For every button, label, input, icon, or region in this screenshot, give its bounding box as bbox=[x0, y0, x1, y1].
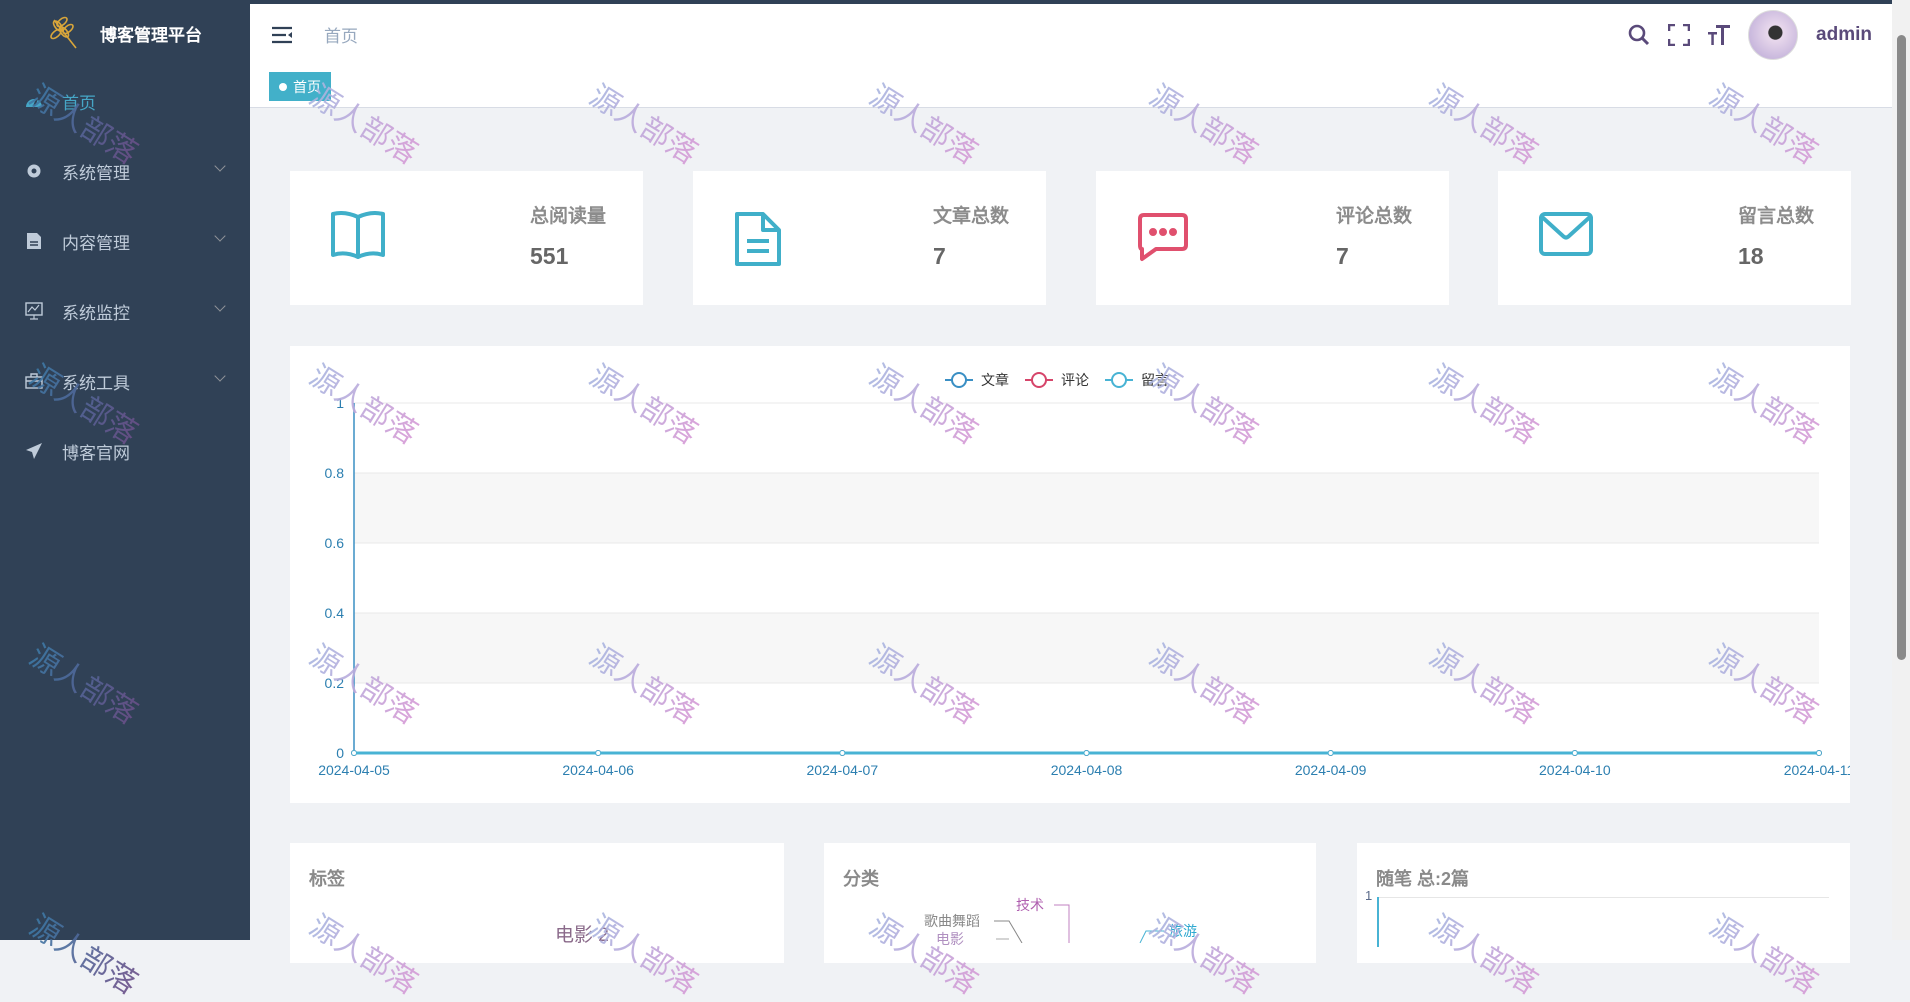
x-tick-label: 2024-04-08 bbox=[1051, 762, 1123, 778]
card-title: 随笔 总:2篇 bbox=[1376, 869, 1470, 889]
document-icon bbox=[24, 232, 44, 250]
stat-value: 18 bbox=[1738, 243, 1764, 269]
x-tick-label: 2024-04-06 bbox=[562, 762, 634, 778]
x-tick-label: 2024-04-11 bbox=[1784, 762, 1850, 778]
sidebar-item-system-monitor[interactable]: 系统监控 bbox=[0, 276, 250, 346]
chevron-down-icon bbox=[214, 230, 226, 242]
grid-band bbox=[354, 473, 1819, 543]
file-text-icon bbox=[735, 212, 781, 266]
category-label: 歌曲舞蹈 bbox=[924, 913, 980, 929]
y-tick-label: 0.4 bbox=[325, 605, 345, 621]
tag-label: 首页 bbox=[293, 78, 321, 95]
chevron-down-icon bbox=[214, 160, 226, 172]
chevron-down-icon bbox=[214, 300, 226, 312]
app-title: 博客管理平台 bbox=[100, 25, 202, 45]
sidebar: 博客管理平台 首页 系统管理 内容管理 系统监控 系统工具 博客官网 bbox=[0, 0, 250, 940]
category-card: 分类 技术 歌曲舞蹈 电影 旅游 bbox=[824, 843, 1316, 963]
y-tick-label: 1 bbox=[336, 395, 344, 411]
stat-value: 551 bbox=[530, 243, 569, 269]
x-tick-label: 2024-04-07 bbox=[807, 762, 879, 778]
chevron-down-icon bbox=[214, 370, 226, 382]
toolbox-icon bbox=[24, 373, 44, 389]
avatar[interactable] bbox=[1748, 10, 1799, 60]
gridline bbox=[1379, 897, 1829, 898]
search-icon[interactable] bbox=[1628, 24, 1650, 46]
gear-icon bbox=[24, 162, 44, 180]
tag-cloud-word[interactable]: 电影 2 bbox=[555, 920, 609, 947]
sidebar-item-blog-site[interactable]: 博客官网 bbox=[0, 416, 250, 486]
tag-home[interactable]: 首页 bbox=[269, 72, 331, 101]
grid-band bbox=[354, 613, 1819, 683]
legend-marker bbox=[1111, 372, 1127, 388]
stat-label: 评论总数 bbox=[1336, 206, 1413, 227]
stat-value: 7 bbox=[933, 243, 946, 269]
sidebar-item-label: 系统工具 bbox=[62, 373, 130, 393]
data-point bbox=[1083, 750, 1090, 756]
book-icon bbox=[331, 211, 385, 259]
username[interactable]: admin bbox=[1816, 24, 1872, 46]
tags-view: 首页 bbox=[250, 65, 1892, 108]
legend-marker bbox=[1031, 372, 1047, 388]
legend-marker bbox=[951, 372, 967, 388]
category-label: 技术 bbox=[1016, 897, 1044, 913]
page-scrollbar[interactable] bbox=[1892, 0, 1910, 940]
tags-card: 标签 电影 2 bbox=[290, 843, 784, 963]
y-tick-label: 0.8 bbox=[325, 465, 345, 481]
data-point bbox=[1327, 750, 1334, 756]
font-size-icon[interactable] bbox=[1708, 24, 1731, 46]
stat-card-messages: 留言总数 18 bbox=[1498, 171, 1851, 305]
stat-label: 文章总数 bbox=[933, 206, 1010, 227]
sidebar-item-system-management[interactable]: 系统管理 bbox=[0, 136, 250, 206]
data-point bbox=[351, 750, 357, 756]
active-dot-icon bbox=[279, 82, 287, 91]
y-tick-label: 0.6 bbox=[325, 535, 345, 551]
monitor-icon bbox=[24, 302, 44, 320]
stat-label: 总阅读量 bbox=[530, 206, 607, 227]
sidebar-item-label: 首页 bbox=[62, 93, 96, 113]
category-pie-leader-lines bbox=[994, 904, 1164, 943]
hamburger-toggle-icon[interactable] bbox=[270, 26, 294, 44]
logo[interactable]: 博客管理平台 bbox=[0, 0, 250, 66]
scrollbar-thumb[interactable] bbox=[1897, 35, 1906, 660]
line-chart: 0 0.2 0.4 0.6 0.8 1 2024-04-05 2024-04-06 2024-0… bbox=[318, 372, 1850, 778]
category-label: 电影 bbox=[936, 931, 964, 947]
data-point bbox=[1816, 750, 1822, 756]
x-tick-label: 2024-04-10 bbox=[1539, 762, 1611, 778]
y-tick-label: 0 bbox=[336, 745, 344, 761]
breadcrumb[interactable]: 首页 bbox=[324, 22, 358, 47]
sidebar-item-label: 博客官网 bbox=[62, 443, 130, 463]
wheat-logo-icon bbox=[50, 16, 77, 49]
legend-label: 评论 bbox=[1061, 372, 1089, 388]
stat-card-articles: 文章总数 7 bbox=[693, 171, 1046, 305]
sidebar-item-content-management[interactable]: 内容管理 bbox=[0, 206, 250, 276]
y-tick-label: 1 bbox=[1365, 888, 1373, 903]
sidebar-item-system-tools[interactable]: 系统工具 bbox=[0, 346, 250, 416]
stat-value: 7 bbox=[1336, 243, 1349, 269]
data-point bbox=[839, 750, 846, 756]
sidebar-item-label: 系统管理 bbox=[62, 163, 130, 183]
chat-bubble-icon bbox=[1138, 213, 1188, 261]
x-tick-label: 2024-04-09 bbox=[1295, 762, 1367, 778]
sidebar-item-home[interactable]: 首页 bbox=[0, 66, 250, 136]
line-chart-card: 0 0.2 0.4 0.6 0.8 1 2024-04-05 2024-04-06 2024-0… bbox=[290, 346, 1850, 803]
envelope-icon bbox=[1539, 212, 1593, 256]
sidebar-item-label: 内容管理 bbox=[62, 233, 130, 253]
card-title: 标签 bbox=[309, 869, 345, 889]
fullscreen-icon[interactable] bbox=[1668, 24, 1691, 46]
dashboard-icon bbox=[24, 93, 44, 109]
paper-plane-icon bbox=[24, 442, 44, 460]
sidebar-item-label: 系统监控 bbox=[62, 303, 130, 323]
stat-card-comments: 评论总数 7 bbox=[1096, 171, 1449, 305]
data-point bbox=[1571, 750, 1578, 756]
category-label: 旅游 bbox=[1169, 923, 1197, 939]
legend-label: 留言 bbox=[1141, 372, 1169, 388]
stat-card-reads: 总阅读量 551 bbox=[290, 171, 643, 305]
stat-label: 留言总数 bbox=[1738, 206, 1815, 227]
x-tick-label: 2024-04-05 bbox=[318, 762, 390, 778]
y-tick-label: 0.2 bbox=[325, 675, 345, 691]
notes-card: 随笔 总:2篇 1 bbox=[1357, 843, 1850, 963]
legend-label: 文章 bbox=[981, 372, 1009, 388]
data-point bbox=[595, 750, 602, 756]
top-navbar: 首页 admin bbox=[250, 4, 1892, 65]
